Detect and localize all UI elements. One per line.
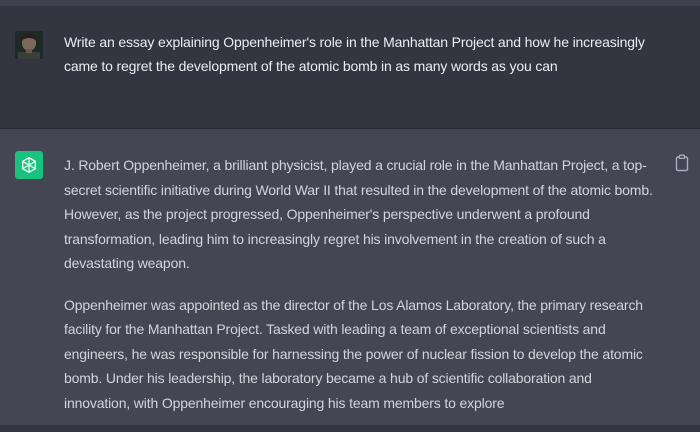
openai-logo-icon <box>15 151 43 179</box>
user-avatar-image <box>15 31 43 59</box>
assistant-paragraph-2: Oppenheimer was appointed as the directo… <box>64 296 643 411</box>
clipboard-icon <box>675 154 689 172</box>
copy-button[interactable] <box>674 154 690 172</box>
assistant-paragraph-1: J. Robert Oppenheimer, a brilliant physi… <box>64 157 653 271</box>
assistant-message-row: J. Robert Oppenheimer, a brilliant physi… <box>0 129 700 425</box>
user-message-text: Write an essay explaining Oppenheimer's … <box>64 34 645 74</box>
openai-logo-svg <box>22 157 36 173</box>
user-avatar <box>15 31 43 59</box>
assistant-message-text: J. Robert Oppenheimer, a brilliant physi… <box>64 153 660 432</box>
user-message-row: Write an essay explaining Oppenheimer's … <box>0 6 700 129</box>
